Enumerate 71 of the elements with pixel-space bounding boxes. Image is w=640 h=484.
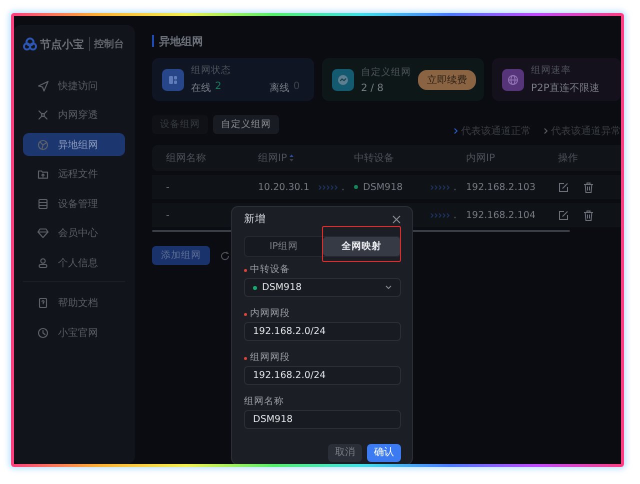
close-icon[interactable]: [392, 214, 401, 224]
quota-value: 2 / 8: [361, 82, 384, 94]
input-field[interactable]: 192.168.2.0/24: [244, 322, 401, 341]
chart-icon: [332, 68, 354, 90]
table-cell: -: [166, 210, 170, 220]
online-label: 在线: [191, 82, 211, 95]
table-cell: 192.168.2.104: [466, 210, 536, 220]
column-header: 组网IP: [258, 152, 287, 165]
edit-icon[interactable]: [558, 210, 569, 220]
column-header: 操作: [558, 153, 578, 164]
sidebar-item[interactable]: 会员中心: [23, 222, 125, 244]
title-accent: [152, 35, 154, 47]
console-label: 控制台: [89, 37, 124, 51]
segment-tab[interactable]: IP组网: [245, 237, 322, 256]
stat-label: 组网状态: [191, 64, 232, 77]
table-cell: 192.168.2.103: [466, 182, 536, 192]
layout-icon: [162, 68, 184, 90]
column-header: 组网名称: [166, 153, 206, 164]
delete-icon[interactable]: [583, 182, 594, 192]
help-document-icon: [37, 297, 49, 309]
globe-icon: [37, 138, 49, 150]
table-cell: -: [166, 182, 170, 192]
cancel-button[interactable]: 取消: [328, 444, 362, 462]
globe-icon: [502, 68, 524, 90]
field-label: 中转设备: [250, 264, 290, 276]
sidebar-item[interactable]: 快捷访问: [23, 74, 125, 97]
server-icon: [37, 198, 49, 210]
sidebar-item[interactable]: 内网穿透: [23, 104, 125, 126]
column-header: 中转设备: [354, 152, 394, 165]
input-field[interactable]: DSM918: [244, 410, 401, 429]
renew-button[interactable]: 立即续费: [418, 70, 476, 90]
stat-label: 自定义组网: [361, 66, 411, 78]
table-cell: DSM918: [363, 182, 403, 192]
sidebar-item[interactable]: 异地组网: [23, 133, 125, 156]
field-label: 组网网段: [250, 352, 290, 364]
chevrons-icon: [430, 210, 457, 220]
user-icon: [37, 256, 49, 268]
folder-upload-icon: [37, 168, 49, 180]
sidebar-item[interactable]: 小宝官网: [23, 321, 125, 344]
table-cell: 10.20.30.1: [258, 182, 310, 192]
confirm-button[interactable]: 确认: [367, 444, 401, 462]
dialog-title: 新增: [244, 213, 266, 225]
refresh-icon[interactable]: [220, 250, 230, 260]
field-label: 内网网段: [250, 308, 290, 320]
device-select[interactable]: DSM918: [244, 278, 401, 297]
network-icon: [37, 109, 49, 121]
delete-icon[interactable]: [583, 210, 594, 220]
sidebar-item[interactable]: 个人信息: [23, 251, 125, 274]
mode-tab[interactable]: 自定义组网: [213, 115, 279, 134]
chevrons-icon: [430, 182, 457, 192]
add-network-button[interactable]: 添加组网: [152, 246, 210, 265]
sidebar-item[interactable]: 远程文件: [23, 162, 125, 186]
chevron-down-icon: [385, 285, 392, 290]
input-field[interactable]: 192.168.2.0/24: [244, 366, 401, 385]
diamond-icon: [37, 227, 49, 239]
field-label: 组网名称: [244, 396, 284, 408]
edit-icon[interactable]: [558, 182, 569, 192]
stat-label: 组网速率: [531, 64, 572, 77]
online-count: 2: [215, 81, 222, 94]
send-icon: [37, 80, 49, 92]
page-title: 异地组网: [159, 34, 203, 48]
sidebar-item[interactable]: 帮助文档: [23, 292, 125, 314]
sidebar-item[interactable]: 设备管理: [23, 192, 125, 215]
speed-value: P2P直连不限速: [531, 82, 600, 95]
logo-text: 节点小宝: [40, 36, 84, 52]
chevrons-icon: [318, 182, 345, 192]
logo-icon: [23, 37, 37, 51]
segment-tab[interactable]: 全网映射: [322, 237, 400, 256]
clock-icon: [37, 326, 49, 338]
offline-label: 离线: [269, 82, 290, 95]
column-header: 内网IP: [466, 153, 495, 164]
